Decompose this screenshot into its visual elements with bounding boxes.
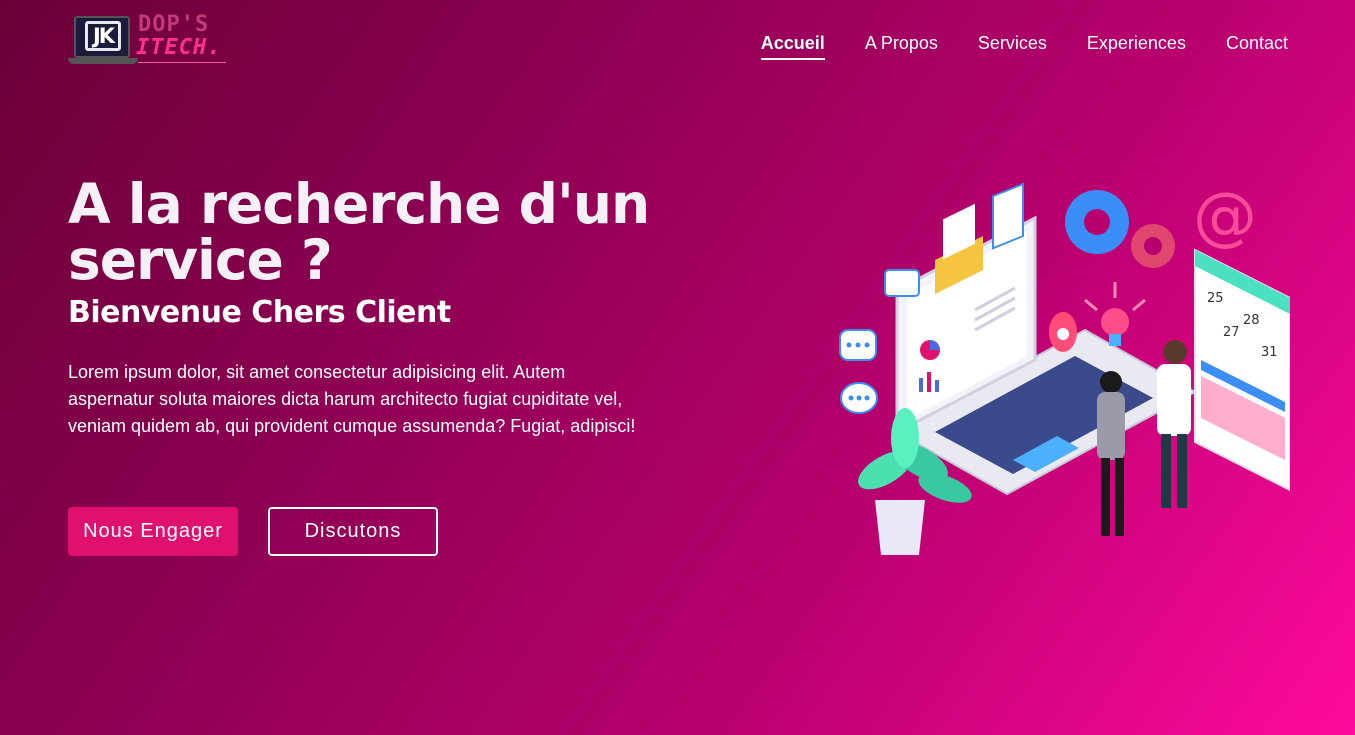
nous-engager-button[interactable]: Nous Engager: [68, 507, 238, 556]
hero-description: Lorem ipsum dolor, sit amet consectetur …: [68, 362, 636, 436]
calendar-day-31: 31: [1261, 345, 1278, 360]
calendar-day-28: 28: [1243, 313, 1260, 328]
calendar-icon: 25 28 27 31: [1194, 248, 1290, 492]
hero-illustration: @ 25 28 27 31: [839, 180, 1290, 555]
gear-icon: [1065, 190, 1175, 268]
at-sign-icon: @: [1193, 180, 1257, 254]
logo-word-top: DOP'S: [138, 12, 210, 37]
nav-link-contact[interactable]: Contact: [1226, 32, 1288, 60]
logo-word-bottom: ITECH.: [136, 35, 222, 60]
logo-laptop-base: [68, 58, 138, 64]
main-nav: Accueil A Propos Services Experiences Co…: [760, 32, 1288, 60]
discutons-button[interactable]: Discutons: [268, 507, 438, 556]
hero-subtitle: Bienvenue Chers Client: [68, 295, 451, 330]
hero-title: A la recherche d'un service ?: [68, 172, 650, 292]
nav-link-experiences[interactable]: Experiences: [1087, 32, 1186, 60]
nav-link-accueil[interactable]: Accueil: [760, 32, 825, 60]
calendar-day-25: 25: [1207, 291, 1224, 306]
navbar: JK DOP'S ITECH. Accueil A Propos Service…: [68, 0, 1288, 85]
logo-monogram: JK: [85, 21, 121, 51]
brand-logo[interactable]: JK DOP'S ITECH.: [68, 14, 228, 66]
logo-underline: [138, 62, 226, 63]
nav-link-a-propos[interactable]: A Propos: [865, 32, 938, 60]
logo-laptop-icon: JK: [74, 16, 130, 58]
nav-link-services[interactable]: Services: [978, 32, 1047, 60]
calendar-day-27: 27: [1223, 325, 1240, 340]
